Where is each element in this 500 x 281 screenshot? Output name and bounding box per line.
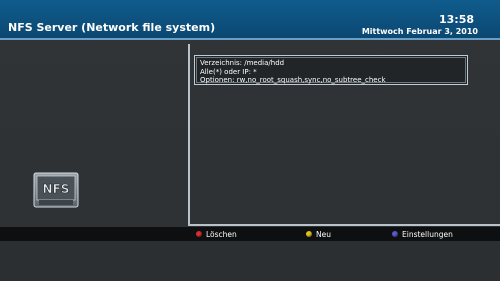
nfs-icon-label: NFS bbox=[43, 182, 70, 196]
horizontal-divider bbox=[190, 224, 500, 226]
blue-button-icon bbox=[392, 231, 398, 237]
delete-button-label: Löschen bbox=[206, 229, 237, 239]
yellow-button-icon bbox=[306, 231, 312, 237]
vertical-divider bbox=[188, 44, 190, 226]
page-title: NFS Server (Network file system) bbox=[8, 21, 216, 34]
left-panel bbox=[0, 40, 188, 226]
settings-button-label: Einstellungen bbox=[402, 229, 453, 239]
new-button[interactable]: Neu bbox=[306, 229, 331, 239]
settings-button[interactable]: Einstellungen bbox=[392, 229, 453, 239]
delete-button[interactable]: Löschen bbox=[196, 229, 237, 239]
new-button-label: Neu bbox=[316, 229, 331, 239]
options-text: Optionen: rw,no_root_squash,sync,no_subt… bbox=[200, 76, 386, 84]
screen: NFS Server (Network file system) 13:58 M… bbox=[0, 0, 500, 281]
footer bbox=[0, 241, 500, 281]
red-button-icon bbox=[196, 231, 202, 237]
button-bar: Löschen Neu Einstellungen bbox=[0, 227, 500, 241]
date: Mittwoch Februar 3, 2010 bbox=[361, 27, 478, 36]
directory-text: Verzeichnis: /media/hdd bbox=[200, 59, 285, 67]
list-item[interactable]: Verzeichnis: /media/hdd Alle(*) oder IP:… bbox=[194, 55, 468, 85]
clock: 13:58 bbox=[438, 13, 474, 26]
title-bar: NFS Server (Network file system) 13:58 M… bbox=[0, 0, 500, 40]
nfs-icon: NFS bbox=[33, 172, 79, 208]
hosts-text: Alle(*) oder IP: * bbox=[200, 67, 257, 76]
list-item-selection: Verzeichnis: /media/hdd Alle(*) oder IP:… bbox=[196, 57, 466, 84]
